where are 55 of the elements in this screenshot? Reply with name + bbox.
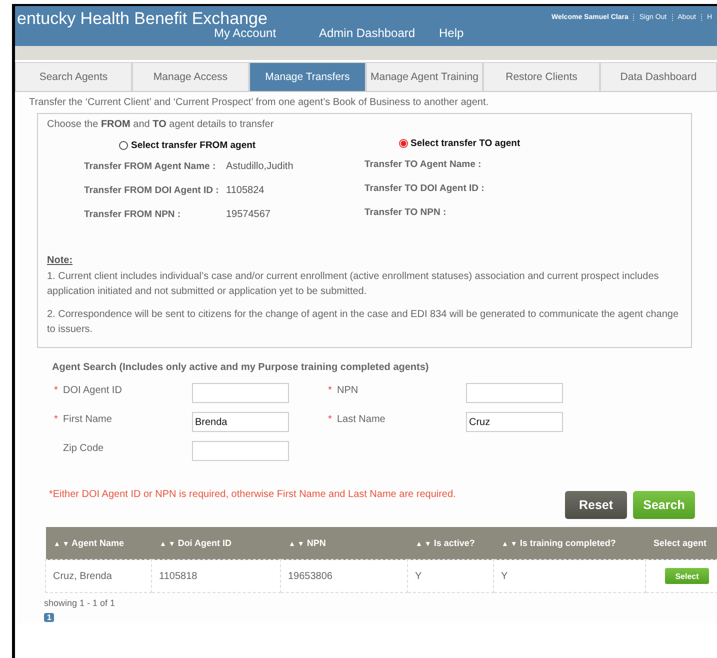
select-button[interactable]: Select — [665, 568, 709, 584]
nav-link[interactable]: My Account — [214, 26, 319, 40]
tab[interactable]: Manage Access — [132, 62, 249, 91]
tab[interactable]: Manage Agent Training — [366, 62, 483, 91]
note-text: 1. Current client includes individual’s case and/or current enrollment (active enrollment statuses) association and current prospect includes application initiated and not submitted or application yet to be submitted. — [47, 270, 660, 299]
required-mark: * — [328, 385, 333, 398]
note-title: Note: — [47, 255, 74, 266]
tab[interactable]: Manage Transfers — [249, 62, 366, 91]
input-field[interactable] — [192, 383, 289, 403]
field-value: Astudillo,Judith — [226, 161, 294, 174]
radio-option[interactable]: Select transfer FROM agent — [119, 140, 364, 151]
note-text: 2. Correspondence will be sent to citizens for the change of agent in the case and EDI 834 will be generated to communicate the agent change to issuers. — [47, 308, 680, 337]
column-header[interactable]: Select agent — [646, 527, 717, 560]
field-label: Transfer FROM NPN : — [84, 209, 182, 222]
nav-link[interactable]: Admin Dashboard — [319, 26, 439, 40]
table-cell: Cruz, Brenda — [46, 560, 152, 592]
tab[interactable]: Data Dashboard — [600, 62, 717, 91]
tab[interactable]: Restore Clients — [483, 62, 600, 91]
input-field[interactable]: Brenda — [192, 412, 289, 432]
required-mark: * — [328, 414, 333, 427]
nav-link[interactable]: Help — [439, 26, 464, 40]
site-title: entucky Health Benefit Exchange — [17, 9, 268, 28]
page-button[interactable]: 1 — [44, 613, 54, 622]
required-mark: * — [54, 385, 59, 398]
field-label: Last Name — [337, 414, 386, 427]
field-label: Transfer TO DOI Agent ID : — [364, 183, 486, 196]
field-label: Transfer TO Agent Name : — [364, 159, 482, 172]
radio-icon[interactable] — [398, 139, 408, 148]
field-label: Zip Code — [63, 443, 104, 456]
table-cell: 19653806 — [280, 560, 408, 592]
field-label: NPN — [337, 385, 358, 398]
table-cell: Y — [494, 560, 646, 592]
tab[interactable]: Search Agents — [15, 62, 132, 91]
radio-icon[interactable] — [119, 141, 128, 150]
field-value: 19574567 — [226, 209, 270, 222]
field-label: DOI Agent ID — [63, 385, 122, 398]
section-title: Agent Search (Includes only active and my Purpose training completed agents) — [52, 362, 430, 373]
radio-option[interactable]: Select transfer TO agent — [398, 138, 682, 149]
intro-text: Transfer the ‘Current Client’ and ‘Current Prospect’ from one agent’s Book of Business to another agent. — [28, 96, 490, 110]
field-label: Transfer FROM DOI Agent ID : — [84, 185, 220, 198]
field-label: Transfer FROM Agent Name : — [84, 161, 217, 174]
input-field[interactable] — [192, 441, 289, 461]
requirement-hint: *Either DOI Agent ID or NPN is required, otherwise First Name and Last Name are required. — [49, 488, 457, 500]
field-label: First Name — [63, 414, 112, 427]
field-label: Transfer TO NPN : — [364, 207, 448, 220]
input-field[interactable] — [466, 383, 563, 403]
reset-button[interactable]: Reset — [565, 491, 627, 519]
field-value: 1105824 — [226, 185, 264, 198]
pagination-summary: showing 1 - 1 of 1 — [44, 598, 116, 608]
input-field[interactable]: Cruz — [466, 412, 563, 432]
required-mark: * — [54, 414, 59, 427]
table-cell: Y — [408, 560, 494, 592]
panel-heading: Choose the FROM and TO agent details to transfer — [47, 119, 275, 130]
search-button[interactable]: Search — [633, 491, 695, 519]
table-cell: 1105818 — [152, 560, 280, 592]
